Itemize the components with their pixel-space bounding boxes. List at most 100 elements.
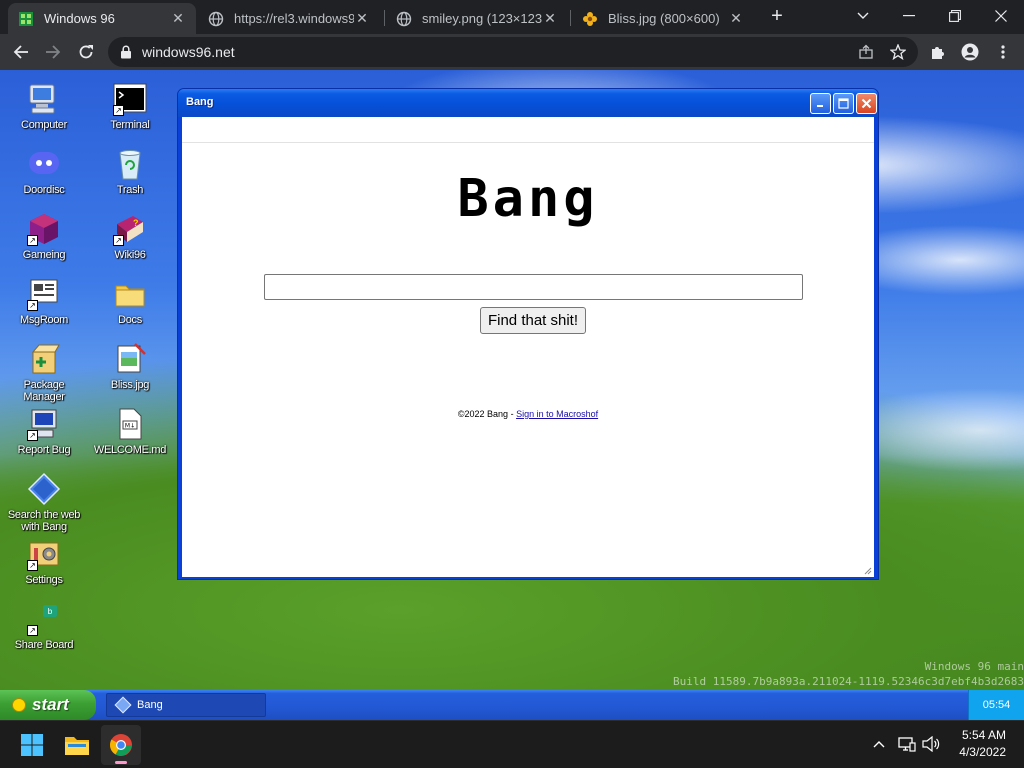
report-bug-icon: ↗ [27,407,61,441]
tab-separator [570,10,571,26]
desktop-icon-package-manager[interactable]: Package Manager [2,342,86,403]
w96-clock: 05:54 [968,690,1024,720]
browser-menu-button[interactable] [989,38,1017,66]
file-explorer-button[interactable] [57,725,97,765]
os-taskbar: 5:54 AM 4/3/2022 [0,720,1024,768]
bookmark-button[interactable] [884,38,912,66]
divider [182,142,874,143]
resize-grip-icon[interactable] [864,567,872,575]
star-icon [890,44,906,60]
restore-browser-button[interactable] [932,0,978,32]
package-icon [27,342,61,376]
share-button[interactable] [852,38,880,66]
desktop-icon-label: Search the web with Bang [7,509,81,533]
arrow-right-icon [46,45,61,59]
reload-button[interactable] [72,38,100,66]
image-file-icon [113,342,147,376]
shortcut-arrow-icon: ↗ [27,235,38,246]
desktop-icon-bliss-jpg[interactable]: Bliss.jpg [88,342,172,391]
tray-overflow-button[interactable] [868,733,890,755]
desktop-icon-label: Gameing [22,249,66,261]
w96-taskbar: start Bang 05:54 [0,690,1024,720]
tab-label: Windows 96 [44,11,115,26]
chrome-taskbar-button[interactable] [101,725,141,765]
desktop-icon-computer[interactable]: Computer [2,82,86,131]
window-titlebar[interactable]: Bang [178,89,878,117]
chevron-down-icon [857,12,869,19]
tab-windows96[interactable]: Windows 96 ✕ [8,3,196,34]
puzzle-icon [932,47,944,59]
minimize-browser-button[interactable] [886,0,932,32]
svg-text:b: b [48,607,53,616]
tab-close-icon[interactable]: ✕ [728,10,744,27]
window-maximize-button[interactable] [833,93,854,114]
windows-start-button[interactable] [12,725,52,765]
new-tab-button[interactable]: + [766,6,788,28]
folder-icon [65,737,89,755]
browser-tab-strip: Windows 96 ✕ https://rel3.windows96.net/… [0,0,1024,34]
desktop-icon-msgroom[interactable]: ↗ MsgRoom [2,277,86,326]
network-button[interactable] [896,733,918,755]
clock-time: 5:54 AM [961,728,1006,742]
sign-in-link[interactable]: Sign in to Macroshof [516,409,598,419]
share-board-icon: b ↗ [27,602,61,636]
taskbar-item-label: Bang [137,699,163,711]
desktop-icon-wiki96[interactable]: ? ↗ Wiki96 [88,212,172,261]
shortcut-arrow-icon: ↗ [27,430,38,441]
search-input[interactable] [264,274,803,300]
back-button[interactable] [7,38,35,66]
tab-label: Bliss.jpg (800×600) [608,11,720,26]
build-watermark-line2: Build 11589.7b9a893a.211024-1119.52346c3… [673,675,1024,688]
forward-button[interactable] [39,38,67,66]
svg-text:M↓: M↓ [125,423,135,430]
desktop-icon-trash[interactable]: Trash [88,147,172,196]
tab-close-icon[interactable]: ✕ [170,10,186,27]
address-bar[interactable]: windows96.net [108,37,918,67]
chevron-up-icon [873,741,885,748]
desktop-icon-doordisc[interactable]: Doordisc [2,147,86,196]
desktop-icon-docs[interactable]: Docs [88,277,172,326]
system-clock[interactable]: 5:54 AM 4/3/2022 [959,727,1006,761]
tab-smiley[interactable]: smiley.png (123×123) ✕ [386,3,568,34]
shortcut-arrow-icon: ↗ [27,625,38,636]
volume-button[interactable] [920,733,942,755]
msgroom-icon: ↗ [27,277,61,311]
minimize-icon [817,105,823,107]
desktop-icon-label: Wiki96 [114,249,146,261]
desktop-icon-share-board[interactable]: b ↗ Share Board [2,602,86,651]
desktop-icon-gameing[interactable]: ↗ Gameing [2,212,86,261]
globe-icon [396,11,412,27]
desktop-icon-welcome-md[interactable]: M↓ WELCOME.md [88,407,172,456]
bang-logo: Bang [457,169,599,229]
desktop-icon-settings[interactable]: ↗ Settings [2,537,86,586]
tab-bliss[interactable]: Bliss.jpg (800×600) ✕ [572,3,754,34]
extensions-button[interactable] [924,38,952,66]
computer-icon [27,82,61,116]
settings-icon: ↗ [27,537,61,571]
desktop-icon-bang-search[interactable]: Search the web with Bang [2,472,86,533]
tab-search-button[interactable] [840,0,886,32]
tab-rel3[interactable]: https://rel3.windows96.net/ ✕ [198,3,380,34]
window-close-button[interactable] [856,93,877,114]
window-title: Bang [186,96,214,108]
shortcut-arrow-icon: ↗ [113,105,124,116]
close-browser-button[interactable] [978,0,1024,32]
find-button[interactable]: Find that shit! [480,307,586,334]
tab-close-icon[interactable]: ✕ [542,10,558,27]
desktop-icon-report-bug[interactable]: ↗ Report Bug [2,407,86,456]
desktop-icon-terminal[interactable]: ↗ Terminal [88,82,172,131]
shortcut-arrow-icon: ↗ [27,560,38,571]
profile-button[interactable] [956,38,984,66]
taskbar-item-bang[interactable]: Bang [106,693,266,717]
build-watermark-line1: Windows 96 main [924,660,1024,673]
terminal-icon: ↗ [113,82,147,116]
arrow-left-icon [13,45,28,59]
reload-icon [79,45,93,59]
maximize-icon [838,98,849,109]
start-button[interactable]: start [0,690,96,720]
minimize-icon [903,15,915,17]
windows96-favicon-icon [18,11,34,27]
tab-close-icon[interactable]: ✕ [354,10,370,27]
lock-icon [121,45,131,59]
window-minimize-button[interactable] [810,93,831,114]
